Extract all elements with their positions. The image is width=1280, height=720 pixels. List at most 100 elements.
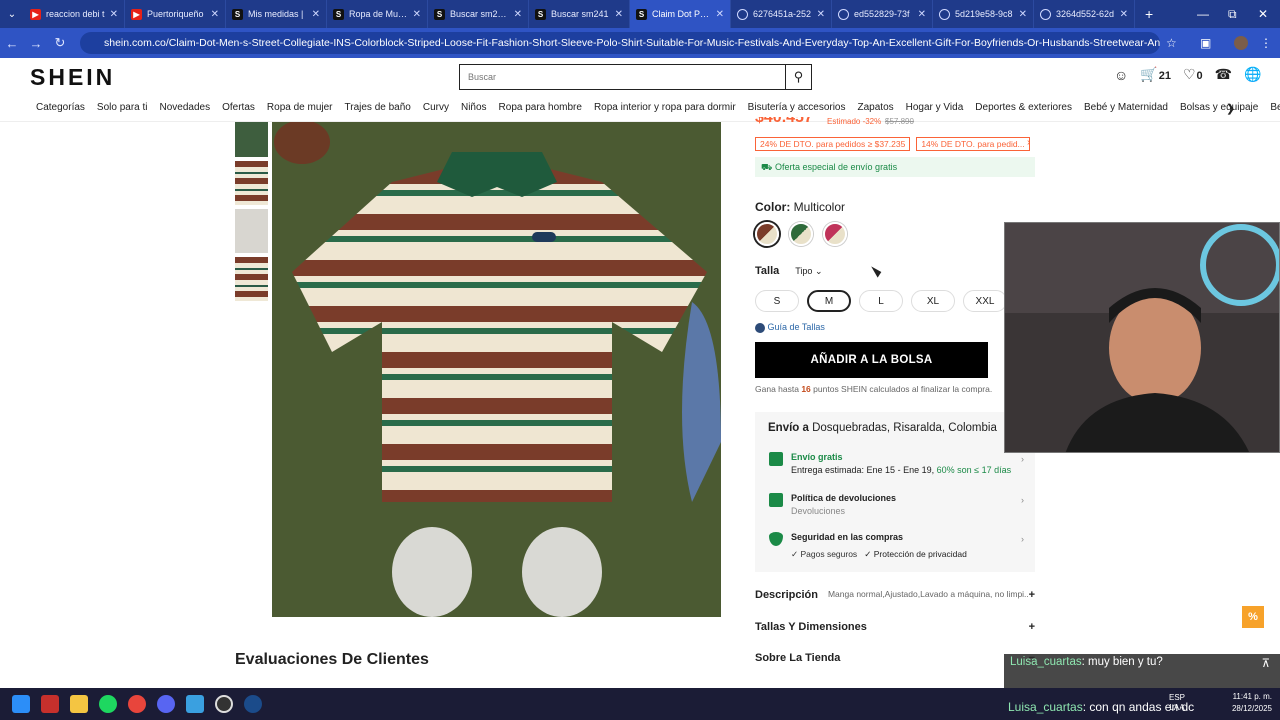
category-link[interactable]: Niños xyxy=(461,102,487,113)
extensions-icon[interactable]: ▣ xyxy=(1200,36,1211,50)
category-link[interactable]: Ropa de mujer xyxy=(267,102,333,113)
notepad-icon[interactable] xyxy=(186,695,204,713)
steam-icon[interactable] xyxy=(244,695,262,713)
tab-title: Claim Dot Polo xyxy=(652,9,711,19)
search-icon[interactable]: ⚲ xyxy=(785,65,811,89)
browser-tab[interactable]: S Buscar sm2503 ✕ xyxy=(428,0,529,28)
close-window-button[interactable]: ✕ xyxy=(1258,0,1268,28)
discord-icon[interactable] xyxy=(157,695,175,713)
browser-tab[interactable]: S Claim Dot Polo ✕ xyxy=(630,0,731,28)
close-tab-icon[interactable]: ✕ xyxy=(716,9,724,20)
size-option[interactable]: M xyxy=(807,290,851,312)
category-link[interactable]: Bolsas y equipaje xyxy=(1180,102,1258,113)
chevron-right-icon[interactable]: › xyxy=(1027,137,1030,148)
new-tab-button[interactable]: + xyxy=(1145,6,1153,22)
store-section[interactable]: Sobre La Tienda− xyxy=(755,652,1035,664)
color-swatch[interactable] xyxy=(823,222,847,246)
category-link[interactable]: Hogar y Vida xyxy=(906,102,964,113)
category-link[interactable]: Novedades xyxy=(160,102,211,113)
browser-tab[interactable]: S Ropa de Mujer ✕ xyxy=(327,0,428,28)
globe-icon[interactable]: 🌐 xyxy=(1244,66,1261,83)
category-link[interactable]: Solo para ti xyxy=(97,102,148,113)
size-option[interactable]: XXL xyxy=(963,290,1007,312)
close-tab-icon[interactable]: ✕ xyxy=(211,9,219,20)
menu-icon[interactable]: ⋮ xyxy=(1260,36,1272,50)
browser-tab[interactable]: S Mis medidas | ✕ xyxy=(226,0,327,28)
windows-start-icon[interactable] xyxy=(12,695,30,713)
forward-icon[interactable]: → xyxy=(24,36,48,51)
product-image xyxy=(272,122,721,617)
size-type-dropdown[interactable]: Tipo ⌄ xyxy=(787,266,822,276)
category-link[interactable]: Ofertas xyxy=(222,102,255,113)
description-section[interactable]: Descripción Manga normal,Ajustado,Lavado … xyxy=(755,589,1035,601)
size-option[interactable]: XL xyxy=(911,290,955,312)
close-tab-icon[interactable]: ✕ xyxy=(918,9,926,20)
thumbnail[interactable] xyxy=(235,209,268,253)
cart-icon[interactable]: 🛒21 xyxy=(1140,66,1171,83)
category-link[interactable]: Ropa interior y ropa para dormir xyxy=(594,102,736,113)
browser-tab[interactable]: 3264d552-62d ✕ xyxy=(1034,0,1135,28)
add-to-bag-button[interactable]: AÑADIR A LA BOLSA xyxy=(755,342,988,378)
size-guide-link[interactable]: Guía de Tallas xyxy=(755,322,825,333)
color-swatch[interactable] xyxy=(755,222,779,246)
category-link[interactable]: Bisutería y accesorios xyxy=(748,102,846,113)
profile-avatar[interactable] xyxy=(1234,36,1248,50)
close-tab-icon[interactable]: ✕ xyxy=(1120,9,1128,20)
tab-search-icon[interactable]: ⌄ xyxy=(0,9,24,20)
category-link[interactable]: Trajes de baño xyxy=(345,102,411,113)
bookmark-star-icon[interactable]: ☆ xyxy=(1166,36,1177,50)
browser-tab[interactable]: S Buscar sm241 ✕ xyxy=(529,0,630,28)
close-tab-icon[interactable]: ✕ xyxy=(817,9,825,20)
url-field[interactable]: shein.com.co/Claim-Dot-Men-s-Street-Coll… xyxy=(80,32,1160,54)
chrome-icon[interactable] xyxy=(128,695,146,713)
spotify-icon[interactable] xyxy=(99,695,117,713)
shein-favicon-icon: S xyxy=(333,8,344,20)
category-link[interactable]: Zapatos xyxy=(858,102,894,113)
returns-row[interactable]: Política de devoluciones Devoluciones › xyxy=(769,493,1024,516)
chevron-right-icon[interactable]: ❯ xyxy=(1226,102,1235,115)
size-option[interactable]: S xyxy=(755,290,799,312)
close-tab-icon[interactable]: ✕ xyxy=(514,9,522,20)
browser-tab[interactable]: ed552829-73f ✕ xyxy=(832,0,933,28)
browser-tab[interactable]: 5d219e58-9c8 ✕ xyxy=(933,0,1034,28)
color-swatch[interactable] xyxy=(789,222,813,246)
free-shipping-row[interactable]: Envío gratis Entrega estimada: Ene 15 - … xyxy=(769,452,1024,475)
close-tab-icon[interactable]: ✕ xyxy=(312,9,320,20)
security-row[interactable]: Seguridad en las compras ✓ Pagos seguros… xyxy=(769,532,1024,560)
browser-tab[interactable]: 6276451a-252 ✕ xyxy=(731,0,832,28)
coupon-tag[interactable]: 24% DE DTO. para pedidos ≥ $37.235 xyxy=(755,137,911,151)
support-icon[interactable]: ☎ xyxy=(1215,66,1232,83)
search-input[interactable] xyxy=(460,65,785,89)
close-tab-icon[interactable]: ✕ xyxy=(615,9,623,20)
thumbnail[interactable] xyxy=(235,257,268,301)
category-link[interactable]: Curvy xyxy=(423,102,449,113)
browser-tab[interactable]: ▶ reaccion debi t ✕ xyxy=(24,0,125,28)
user-icon[interactable]: ☺ xyxy=(1114,67,1128,83)
category-link[interactable]: Be xyxy=(1270,102,1280,113)
thumbnail[interactable] xyxy=(235,161,268,205)
close-tab-icon[interactable]: ✕ xyxy=(1019,9,1027,20)
category-link[interactable]: Deportes & exteriores xyxy=(975,102,1072,113)
close-tab-icon[interactable]: ✕ xyxy=(413,9,421,20)
file-explorer-icon[interactable] xyxy=(70,695,88,713)
category-link[interactable]: Bebé y Maternidad xyxy=(1084,102,1168,113)
thumbnail-video[interactable] xyxy=(235,122,268,157)
close-tab-icon[interactable]: ✕ xyxy=(110,9,118,20)
obs-icon[interactable] xyxy=(215,695,233,713)
category-link[interactable]: Categorías xyxy=(36,102,85,113)
browser-tab[interactable]: ▶ Puertoriqueño ✕ xyxy=(125,0,226,28)
wishlist-icon[interactable]: ♡0 xyxy=(1183,66,1203,83)
back-icon[interactable]: ← xyxy=(0,36,24,51)
sizes-dimensions-section[interactable]: Tallas Y Dimensiones + xyxy=(755,621,1035,633)
restore-button[interactable]: ⧉ xyxy=(1228,0,1237,28)
shein-logo[interactable]: SHEIN xyxy=(30,64,115,91)
reload-icon[interactable]: ↻ xyxy=(48,35,72,51)
shipping-destination[interactable]: Envío a Dosquebradas, Risaralda, Colombi… xyxy=(768,422,1022,434)
coupon-tag[interactable]: 14% DE DTO. para pedid... xyxy=(916,137,1030,151)
discount-badge-icon[interactable]: % xyxy=(1242,606,1264,628)
app-icon[interactable] xyxy=(41,695,59,713)
minimize-button[interactable]: — xyxy=(1197,0,1209,28)
shein-favicon-icon: S xyxy=(636,8,647,20)
size-option[interactable]: L xyxy=(859,290,903,312)
category-link[interactable]: Ropa para hombre xyxy=(499,102,582,113)
